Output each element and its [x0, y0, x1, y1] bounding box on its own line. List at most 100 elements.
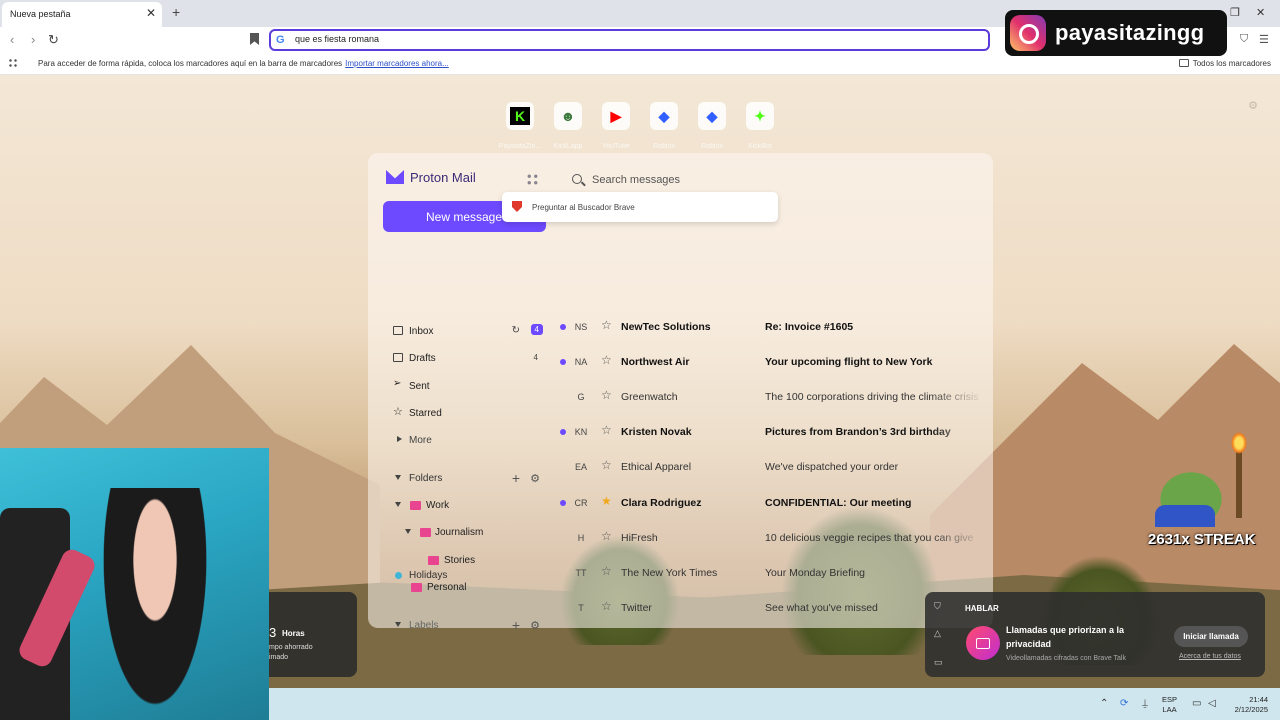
- inbox-icon: [393, 326, 403, 335]
- top-site-label: YouTube: [602, 143, 630, 150]
- menu-icon[interactable]: ☰: [1259, 33, 1269, 46]
- talk-description: Videollamadas cifradas con Brave Talk: [1006, 655, 1126, 662]
- close-icon[interactable]: ✕: [146, 6, 156, 20]
- webcam-overlay: [0, 448, 269, 720]
- unread-dot: [560, 359, 566, 365]
- chevron-down-icon: [405, 529, 411, 534]
- frog-icon: ☻: [560, 108, 576, 124]
- pepe-shirt: [1155, 505, 1215, 527]
- star-icon[interactable]: ☆: [601, 388, 612, 402]
- shield-icon[interactable]: ⛉: [934, 601, 941, 612]
- folders-section[interactable]: Folders + ⚙: [388, 469, 548, 489]
- labels-section[interactable]: Labels + ⚙: [388, 616, 548, 636]
- forward-button[interactable]: ›: [31, 32, 35, 47]
- add-folder-icon[interactable]: +: [512, 470, 520, 486]
- message-row[interactable]: NS ☆ NewTec Solutions Re: Invoice #1605: [553, 312, 983, 342]
- top-site-tile[interactable]: K: [506, 102, 534, 130]
- top-site-tile[interactable]: ✦: [746, 102, 774, 130]
- network-icon[interactable]: ▭: [1192, 698, 1201, 709]
- start-call-button[interactable]: Iniciar llamada: [1174, 626, 1248, 647]
- customize-gear-icon[interactable]: ⚙: [1248, 99, 1258, 112]
- roblox-icon: ◆: [706, 107, 718, 124]
- maximize-button[interactable]: ❐: [1230, 6, 1240, 19]
- message-sender: Twitter: [621, 602, 652, 614]
- star-icon[interactable]: ☆: [601, 353, 612, 367]
- message-row[interactable]: NA ☆ Northwest Air Your upcoming flight …: [553, 347, 983, 377]
- window-close-button[interactable]: ✕: [1256, 6, 1265, 19]
- message-sender: Ethical Apparel: [621, 461, 692, 473]
- tab-nueva-pestana[interactable]: Nueva pestaña ✕: [2, 2, 162, 27]
- message-row[interactable]: CR ★ Clara Rodriguez CONFIDENTIAL: Our m…: [553, 488, 983, 518]
- drafts-count: 4: [533, 353, 538, 362]
- language-indicator[interactable]: ESP LAA: [1162, 695, 1177, 715]
- star-icon[interactable]: ☆: [601, 318, 612, 332]
- folder-settings-gear-icon[interactable]: ⚙: [530, 472, 540, 485]
- sidebar-item-drafts[interactable]: Drafts 4: [388, 349, 548, 369]
- top-site-tile[interactable]: ☻: [554, 102, 582, 130]
- chevron-down-icon: [395, 622, 401, 627]
- bookmarks-hint: Para acceder de forma rápida, coloca los…: [38, 59, 449, 68]
- about-data-link[interactable]: Acerca de tus datos: [1179, 653, 1241, 660]
- apps-grid-icon[interactable]: [8, 58, 18, 68]
- sidebar-item-sent[interactable]: ➢ Sent: [388, 377, 548, 397]
- sidebar-item-more[interactable]: More: [388, 431, 548, 451]
- new-tab-button[interactable]: +: [172, 4, 180, 20]
- search-suggestion[interactable]: Preguntar al Buscador Brave: [502, 192, 778, 222]
- address-bar[interactable]: G que es fiesta romana: [269, 29, 990, 51]
- message-row[interactable]: TT ☆ The New York Times Your Monday Brie…: [553, 558, 983, 588]
- label-holidays[interactable]: Holidays: [388, 566, 548, 586]
- star-icon[interactable]: ☆: [601, 458, 612, 472]
- flame-icon: [1231, 432, 1247, 454]
- star-icon[interactable]: ☆: [601, 564, 612, 578]
- message-row[interactable]: T ☆ Twitter See what you've missed: [553, 593, 983, 623]
- message-sender: Clara Rodriguez: [621, 497, 702, 509]
- proton-mail-panel: Proton Mail Search messages New message …: [368, 153, 993, 633]
- avatar: KN: [574, 427, 588, 437]
- folder-icon: [420, 528, 431, 537]
- roblox-icon: ◆: [658, 107, 670, 124]
- all-bookmarks-button[interactable]: Todos los marcadores: [1178, 59, 1271, 68]
- top-site-tile[interactable]: ▶: [602, 102, 630, 130]
- message-row[interactable]: EA ☆ Ethical Apparel We've dispatched yo…: [553, 452, 983, 482]
- warning-icon[interactable]: △: [934, 628, 941, 639]
- volume-icon[interactable]: ◁: [1208, 698, 1216, 709]
- star-icon[interactable]: ☆: [601, 599, 612, 613]
- back-button[interactable]: ‹: [10, 32, 14, 47]
- top-site-tile[interactable]: ◆: [698, 102, 726, 130]
- star-filled-icon[interactable]: ★: [601, 494, 612, 508]
- message-row[interactable]: KN ☆ Kristen Novak Pictures from Brandon…: [553, 417, 983, 447]
- reload-button[interactable]: ↻: [48, 32, 59, 48]
- bookmark-icon[interactable]: [250, 33, 259, 45]
- avatar: T: [578, 603, 584, 613]
- sidebar-item-starred[interactable]: ☆ Starred: [388, 404, 548, 424]
- star-icon[interactable]: ☆: [601, 529, 612, 543]
- apps-grid-icon[interactable]: [526, 173, 539, 186]
- folder-icon: [428, 556, 439, 565]
- talk-heading: Llamadas que priorizan a la privacidad: [1006, 625, 1125, 649]
- folder-work[interactable]: Work: [388, 496, 548, 516]
- message-row[interactable]: G ☆ Greenwatch The 100 corporations driv…: [553, 382, 983, 412]
- chevron-up-icon[interactable]: ⌃: [1100, 698, 1108, 709]
- label-settings-gear-icon[interactable]: ⚙: [530, 619, 540, 632]
- folder-journalism[interactable]: Journalism: [388, 523, 548, 543]
- message-subject: The 100 corporations driving the climate…: [765, 391, 979, 403]
- sync-icon[interactable]: ⟳: [1120, 698, 1128, 709]
- search-messages-input[interactable]: Search messages: [566, 167, 886, 193]
- label-color-dot: [395, 572, 402, 579]
- refresh-icon[interactable]: ↻: [512, 325, 520, 336]
- sidebar-item-inbox[interactable]: Inbox ↻ 4: [388, 322, 548, 342]
- microphone-icon[interactable]: ⍊: [1142, 698, 1148, 709]
- message-row[interactable]: H ☆ HiFresh 10 delicious veggie recipes …: [553, 523, 983, 553]
- message-sender: HiFresh: [621, 532, 658, 544]
- proton-logo: Proton Mail: [386, 170, 476, 185]
- top-site-tile[interactable]: ◆: [650, 102, 678, 130]
- star-icon[interactable]: ☆: [601, 423, 612, 437]
- add-label-icon[interactable]: +: [512, 617, 520, 633]
- send-icon: ➢: [393, 378, 402, 389]
- system-clock[interactable]: 21:44 2/12/2025: [1226, 695, 1268, 715]
- kick-icon: K: [509, 107, 531, 125]
- video-icon[interactable]: ▭: [934, 657, 943, 668]
- import-bookmarks-link[interactable]: Importar marcadores ahora...: [345, 59, 449, 68]
- brave-shield-icon[interactable]: ⛉: [1240, 33, 1248, 46]
- drafts-icon: [393, 353, 403, 362]
